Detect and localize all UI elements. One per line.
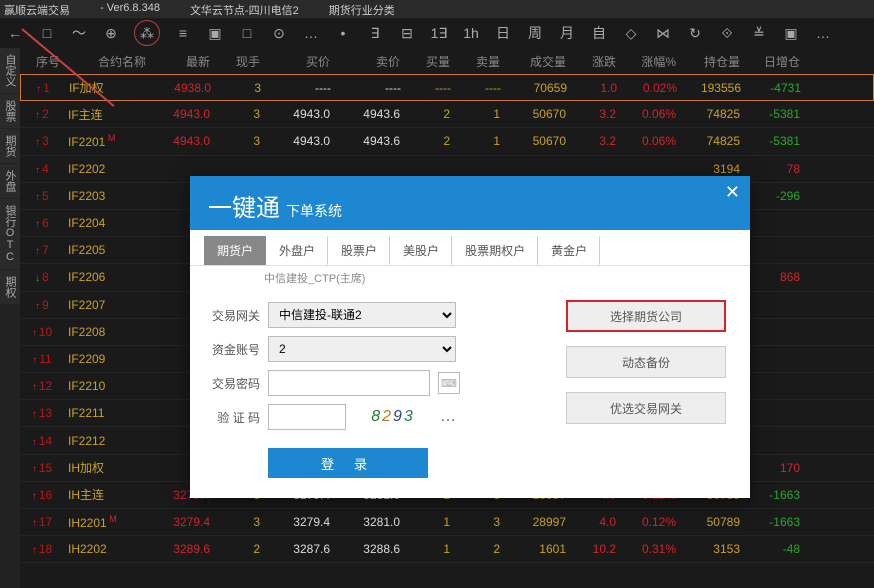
captcha-image: 8293 <box>354 404 432 430</box>
select-broker-button[interactable]: 选择期货公司 <box>566 300 726 332</box>
login-button[interactable]: 登 录 <box>268 448 428 478</box>
account-tab-0[interactable]: 期货户 <box>204 236 266 265</box>
account-tab-2[interactable]: 股票户 <box>328 236 390 265</box>
account-tab-5[interactable]: 黄金户 <box>538 236 600 265</box>
nav-item-3[interactable]: 外盘 <box>0 164 20 198</box>
toolbar-button-25[interactable]: … <box>814 24 832 42</box>
gateway-label: 交易网关 <box>204 307 260 324</box>
toolbar-button-16[interactable]: 周 <box>526 24 544 42</box>
toolbar-button-13[interactable]: 1∃ <box>430 24 448 42</box>
captcha-input[interactable] <box>268 404 346 430</box>
nav-item-1[interactable]: 股票 <box>0 94 20 128</box>
toolbar-button-21[interactable]: ↻ <box>686 24 704 42</box>
modal-subtitle: 下单系统 <box>286 201 342 221</box>
toolbar-button-17[interactable]: 月 <box>558 24 576 42</box>
password-label: 交易密码 <box>204 375 260 392</box>
toolbar-button-15[interactable]: 日 <box>494 24 512 42</box>
toolbar-button-11[interactable]: ∃ <box>366 24 384 42</box>
table-row[interactable]: ↑3IF2201 M4943.034943.04943.621506703.20… <box>20 128 874 155</box>
password-input[interactable] <box>268 370 430 396</box>
toolbar-button-7[interactable]: □ <box>238 24 256 42</box>
toolbar-button-22[interactable]: ⟐ <box>718 24 736 42</box>
toolbar-button-8[interactable]: ⊙ <box>270 24 288 42</box>
account-tabs: 期货户外盘户股票户美股户股票期权户黄金户 <box>190 230 750 266</box>
broker-label: 中信建投_CTP(主席) <box>190 266 750 288</box>
toolbar: ← □ 〜 ⊕ ⁂ ≡ ▣ □ ⊙ … • ∃ ⊟ 1∃ 1h 日周月自 ◇ ⋈ ↻ ⟐ ≚ ▣ … <box>0 18 874 48</box>
grid-header: 序号合约名称最新现手买价卖价买量卖量成交量涨跌涨幅%持仓量日增仓 <box>20 48 874 74</box>
toolbar-button-24[interactable]: ▣ <box>782 24 800 42</box>
modal-title: 一键通 <box>208 188 280 223</box>
account-label: 资金账号 <box>204 341 260 358</box>
refresh-captcha-icon[interactable]: … <box>440 408 458 426</box>
modal-header: 一键通 下单系统 ✕ <box>190 176 750 230</box>
table-row[interactable]: ↑2IF主连4943.034943.04943.621506703.20.06%… <box>20 101 874 128</box>
toolbar-button-6[interactable]: ▣ <box>206 24 224 42</box>
toolbar-button-23[interactable]: ≚ <box>750 24 768 42</box>
nav-item-2[interactable]: 期货 <box>0 129 20 163</box>
nav-item-4[interactable]: 银行OTC <box>0 199 20 269</box>
toolbar-button-19[interactable]: ◇ <box>622 24 640 42</box>
nav-item-0[interactable]: 自定义 <box>0 48 20 93</box>
left-nav: 自定义股票期货外盘银行OTC期权 <box>0 48 20 588</box>
account-tab-3[interactable]: 美股户 <box>390 236 452 265</box>
account-tab-1[interactable]: 外盘户 <box>266 236 328 265</box>
keyboard-icon[interactable]: ⌨ <box>438 372 460 394</box>
captcha-label: 验 证 码 <box>204 409 260 426</box>
toolbar-button-5[interactable]: ≡ <box>174 24 192 42</box>
toolbar-button-10[interactable]: • <box>334 24 352 42</box>
toolbar-button-9[interactable]: … <box>302 24 320 42</box>
login-form: 交易网关 中信建投-联通2 资金账号 2 交易密码 ⌨ 验 证 码 8293 … <box>204 294 546 478</box>
side-buttons: 选择期货公司 动态备份 优选交易网关 <box>566 294 736 478</box>
titlebar: 赢顺云端交易 - Ver6.8.348 文华云节点-四川电信2 期货行业分类 <box>0 0 874 18</box>
toolbar-button-20[interactable]: ⋈ <box>654 24 672 42</box>
toolbar-button-2[interactable]: 〜 <box>70 24 88 42</box>
nav-item-5[interactable]: 期权 <box>0 270 20 304</box>
toolbar-button-3[interactable]: ⊕ <box>102 24 120 42</box>
toolbar-button-1[interactable]: □ <box>38 24 56 42</box>
table-row[interactable]: ↑1IF加权4938.03----------------706591.00.0… <box>20 74 874 101</box>
account-tab-4[interactable]: 股票期权户 <box>452 236 538 265</box>
table-row[interactable]: ↑18IH22023289.623287.63288.612160110.20.… <box>20 536 874 563</box>
account-select[interactable]: 2 <box>268 336 456 362</box>
table-row[interactable]: ↑17IH2201 M3279.433279.43281.013289974.0… <box>20 509 874 536</box>
toolbar-button-12[interactable]: ⊟ <box>398 24 416 42</box>
login-modal: 一键通 下单系统 ✕ 期货户外盘户股票户美股户股票期权户黄金户 中信建投_CTP… <box>190 176 750 498</box>
toolbar-button-14[interactable]: 1h <box>462 24 480 42</box>
gateway-select[interactable]: 中信建投-联通2 <box>268 302 456 328</box>
toolbar-button-4[interactable]: ⁂ <box>138 24 156 42</box>
backup-button[interactable]: 动态备份 <box>566 346 726 378</box>
toolbar-button-18[interactable]: 自 <box>590 24 608 42</box>
close-icon[interactable]: ✕ <box>725 182 740 203</box>
toolbar-button-0[interactable]: ← <box>6 24 24 42</box>
optimize-gateway-button[interactable]: 优选交易网关 <box>566 392 726 424</box>
